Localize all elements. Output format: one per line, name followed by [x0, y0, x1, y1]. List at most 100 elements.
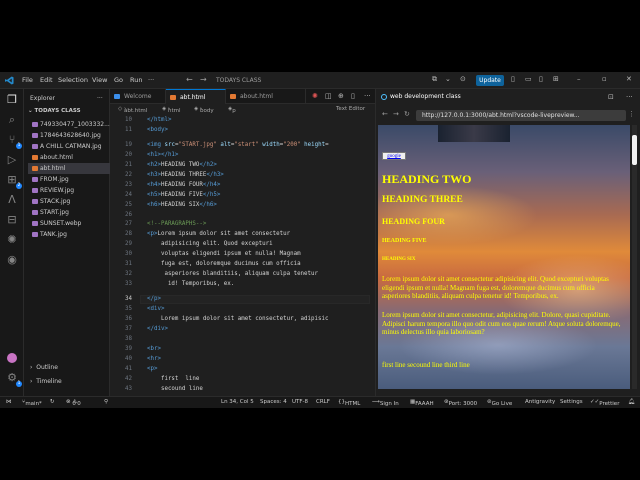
outline-section[interactable]: › Outline	[30, 364, 58, 371]
live-share-icon[interactable]: ✺	[5, 233, 19, 247]
extensions-icon[interactable]: ⊞ 2	[5, 173, 22, 189]
code-editor[interactable]: 10 11 19 20 21 22 23 24 25 26 27 28 29 30 31 32 33 34 35 36…	[110, 115, 375, 396]
menu-file[interactable]: File	[22, 76, 33, 84]
settings-item[interactable]: Settings	[560, 399, 583, 405]
preview-url-bar[interactable]: http://127.0.0.1:3000/abt.html?vscode-li…	[416, 110, 626, 121]
file-item[interactable]: REVIEW.jpg	[28, 185, 110, 196]
copilot-icon[interactable]: ⧉	[432, 75, 437, 84]
file-item-selected[interactable]: abt.html	[28, 163, 110, 174]
remote-explorer-icon[interactable]: ⊟	[5, 213, 19, 227]
tab-welcome[interactable]: Welcome	[110, 89, 166, 104]
sign-in[interactable]: ⟶ Sign In	[372, 399, 399, 407]
copilot-chevron-icon[interactable]: ⌄	[445, 75, 451, 83]
manage-gear-icon[interactable]: ⚙ 1	[5, 371, 22, 387]
encoding[interactable]: UTF-8	[292, 399, 308, 405]
tab-label: Welcome	[124, 93, 152, 100]
toggle-panel-icon[interactable]: ▭	[525, 75, 532, 83]
remote-icon[interactable]: ⋈	[6, 399, 12, 405]
lock-icon[interactable]: ⊡	[608, 93, 614, 101]
explorer-sidebar: Explorer ··· ⌄ TODAYS CLASS 749330477_10…	[24, 89, 110, 396]
preview-more-icon[interactable]: ···	[626, 93, 633, 101]
layout-icon[interactable]: ⊞	[553, 75, 559, 83]
sync-icon[interactable]: ↻	[50, 399, 55, 405]
preview-menu-icon[interactable]: ⋮	[628, 110, 635, 118]
workspace-folder-header[interactable]: ⌄ TODAYS CLASS	[28, 108, 81, 114]
open-preview-icon[interactable]: ⊕	[338, 92, 344, 100]
line-number: 39	[125, 346, 132, 352]
go-live-button[interactable]: ⊚ Go Live	[487, 399, 512, 407]
minimize-icon[interactable]: –	[577, 75, 581, 83]
menu-run[interactable]: Run	[130, 76, 142, 84]
tab-about-html[interactable]: about.html	[226, 89, 306, 104]
html-file-icon	[32, 166, 38, 171]
command-center[interactable]: TODAYS CLASS	[200, 75, 400, 86]
line-ending[interactable]: CRLF	[316, 399, 330, 405]
maximize-icon[interactable]: ▫	[602, 75, 607, 83]
toggle-secondary-sidebar-icon[interactable]: ▯	[539, 75, 543, 83]
update-button[interactable]: Update	[476, 75, 504, 86]
line-number: 41	[125, 366, 132, 372]
menu-selection[interactable]: Selection	[58, 76, 88, 84]
copilot-chat-icon[interactable]: ◉	[5, 253, 19, 267]
image-file-icon	[32, 232, 38, 237]
close-window-icon[interactable]: ✕	[626, 75, 632, 83]
notifications-bell-icon[interactable]: 🔔︎	[628, 399, 635, 405]
google-link-button[interactable]: google	[382, 152, 406, 160]
problems-indicator[interactable]: ⊗ 0 ⚠ 0	[66, 399, 81, 407]
preview-back-icon[interactable]: ←	[382, 110, 388, 118]
toggle-layout-icon[interactable]: ▯	[351, 92, 355, 100]
accounts-icon[interactable]: ⊙	[460, 75, 466, 83]
preview-forward-icon[interactable]: →	[393, 110, 399, 118]
branch-indicator[interactable]: ⑂ main*	[22, 399, 42, 407]
file-item[interactable]: STACK.jpg	[28, 196, 110, 207]
prettier-item[interactable]: ✓✓ Prettier	[590, 399, 619, 407]
breadcrumb-p[interactable]: ◈ p	[228, 106, 236, 114]
branch-name: main*	[25, 401, 42, 407]
scrollbar-thumb[interactable]	[632, 135, 637, 165]
preview-reload-icon[interactable]: ↻	[404, 110, 410, 118]
breadcrumb-file[interactable]: ◇ abt.html ›	[118, 106, 147, 114]
file-item[interactable]: FROM.jpg	[28, 174, 110, 185]
explorer-title: Explorer	[30, 95, 55, 102]
breadcrumb-body[interactable]: ◈ body ›	[194, 106, 214, 114]
image-file-icon	[32, 133, 38, 138]
line-number: 30	[125, 251, 132, 257]
indentation[interactable]: Spaces: 4	[260, 399, 287, 405]
file-item[interactable]: 749330477_1003332...	[28, 119, 110, 130]
text-editor-label[interactable]: Text Editor	[336, 106, 365, 112]
file-item[interactable]: 1784643628640.jpg	[28, 130, 110, 141]
file-item[interactable]: about.html	[28, 152, 110, 163]
antigravity-icon[interactable]: Λ	[5, 193, 19, 207]
language-mode[interactable]: {} HTML	[338, 399, 360, 407]
file-item[interactable]: TANK.jpg	[28, 229, 110, 240]
antigravity-item[interactable]: Antigravity	[525, 399, 555, 405]
file-item[interactable]: SUNSET.webp	[28, 218, 110, 229]
menu-view[interactable]: View	[92, 76, 107, 84]
menu-edit[interactable]: Edit	[40, 76, 53, 84]
image-file-icon	[32, 144, 38, 149]
account-avatar-icon[interactable]	[5, 351, 19, 365]
explorer-icon[interactable]: ❐	[5, 93, 19, 107]
back-arrow-icon[interactable]: ←	[186, 75, 193, 84]
search-icon[interactable]: ⌕	[5, 113, 19, 127]
timeline-section[interactable]: › Timeline	[30, 378, 62, 385]
menu-go[interactable]: Go	[114, 76, 123, 84]
ports-icon[interactable]: ⚲	[104, 399, 108, 405]
more-menu-icon[interactable]: ···	[148, 76, 154, 84]
port-indicator[interactable]: ⊛ Port: 3000	[444, 399, 477, 407]
tab-abt-html[interactable]: abt.html	[166, 89, 226, 104]
live-preview-icon[interactable]: ✺	[312, 92, 318, 100]
file-item[interactable]: START.jpg	[28, 207, 110, 218]
preview-scrollbar[interactable]	[632, 125, 637, 389]
preview-tab[interactable]: web development class	[378, 91, 498, 103]
faaah-item[interactable]: ▦ FAAAH	[410, 399, 434, 407]
source-control-icon[interactable]: ⑂ 1	[5, 133, 22, 149]
cursor-position[interactable]: Ln 34, Col 5	[221, 399, 254, 405]
split-editor-icon[interactable]: ◫	[325, 92, 332, 100]
breadcrumb-html[interactable]: ◈ html ›	[162, 106, 181, 114]
explorer-more-icon[interactable]: ···	[97, 95, 103, 102]
more-actions-icon[interactable]: ···	[364, 92, 371, 100]
run-debug-icon[interactable]: ▷	[5, 153, 19, 167]
file-item[interactable]: A CHILL CATMAN.jpg	[28, 141, 110, 152]
toggle-sidebar-icon[interactable]: ▯	[511, 75, 515, 83]
